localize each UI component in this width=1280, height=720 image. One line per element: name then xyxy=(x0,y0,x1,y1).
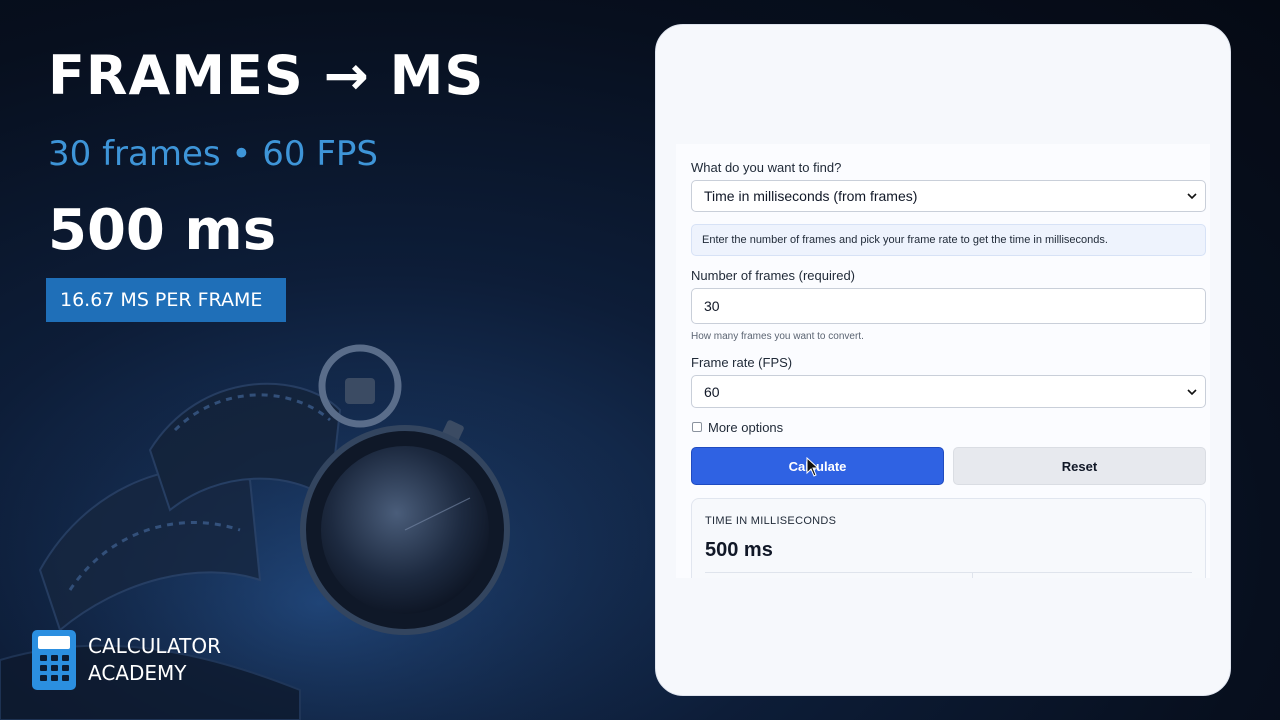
find-select-value: Time in milliseconds (from frames) xyxy=(704,188,918,204)
brand-name-line2: ACADEMY xyxy=(88,661,187,685)
fps-select[interactable]: 60 xyxy=(691,375,1206,408)
fps-label: Frame rate (FPS) xyxy=(691,355,793,370)
frames-input[interactable]: 30 xyxy=(691,288,1206,324)
hero-subtitle: 30 frames • 60 FPS xyxy=(48,134,378,174)
chevron-down-icon xyxy=(1187,193,1197,200)
frames-hint: How many frames you want to convert. xyxy=(691,331,864,342)
hero-title: FRAMES → MS xyxy=(48,44,485,107)
frames-input-value: 30 xyxy=(704,298,720,314)
ms-per-frame-badge: 16.67 MS PER FRAME xyxy=(46,278,286,322)
more-options-checkbox[interactable] xyxy=(692,422,702,432)
brand-name: CALCULATOR ACADEMY xyxy=(88,633,221,687)
reset-button[interactable]: Reset xyxy=(953,447,1206,485)
info-text: Enter the number of frames and pick your… xyxy=(702,234,1108,246)
brand-logo: CALCULATOR ACADEMY xyxy=(32,630,221,690)
find-select[interactable]: Time in milliseconds (from frames) xyxy=(691,180,1206,212)
mouse-cursor-icon xyxy=(806,457,820,477)
info-box: Enter the number of frames and pick your… xyxy=(691,224,1206,256)
result-label: TIME IN MILLISECONDS xyxy=(705,515,837,527)
form-fade xyxy=(676,578,1210,608)
more-options-label[interactable]: More options xyxy=(708,420,783,435)
find-label: What do you want to find? xyxy=(691,160,842,175)
frames-label: Number of frames (required) xyxy=(691,268,855,283)
calculator-icon xyxy=(32,630,76,690)
fps-select-value: 60 xyxy=(704,383,720,400)
hero-result: 500 ms xyxy=(48,198,277,263)
result-value: 500 ms xyxy=(705,539,773,561)
chevron-down-icon xyxy=(1187,388,1197,395)
brand-name-line1: CALCULATOR xyxy=(88,634,221,658)
